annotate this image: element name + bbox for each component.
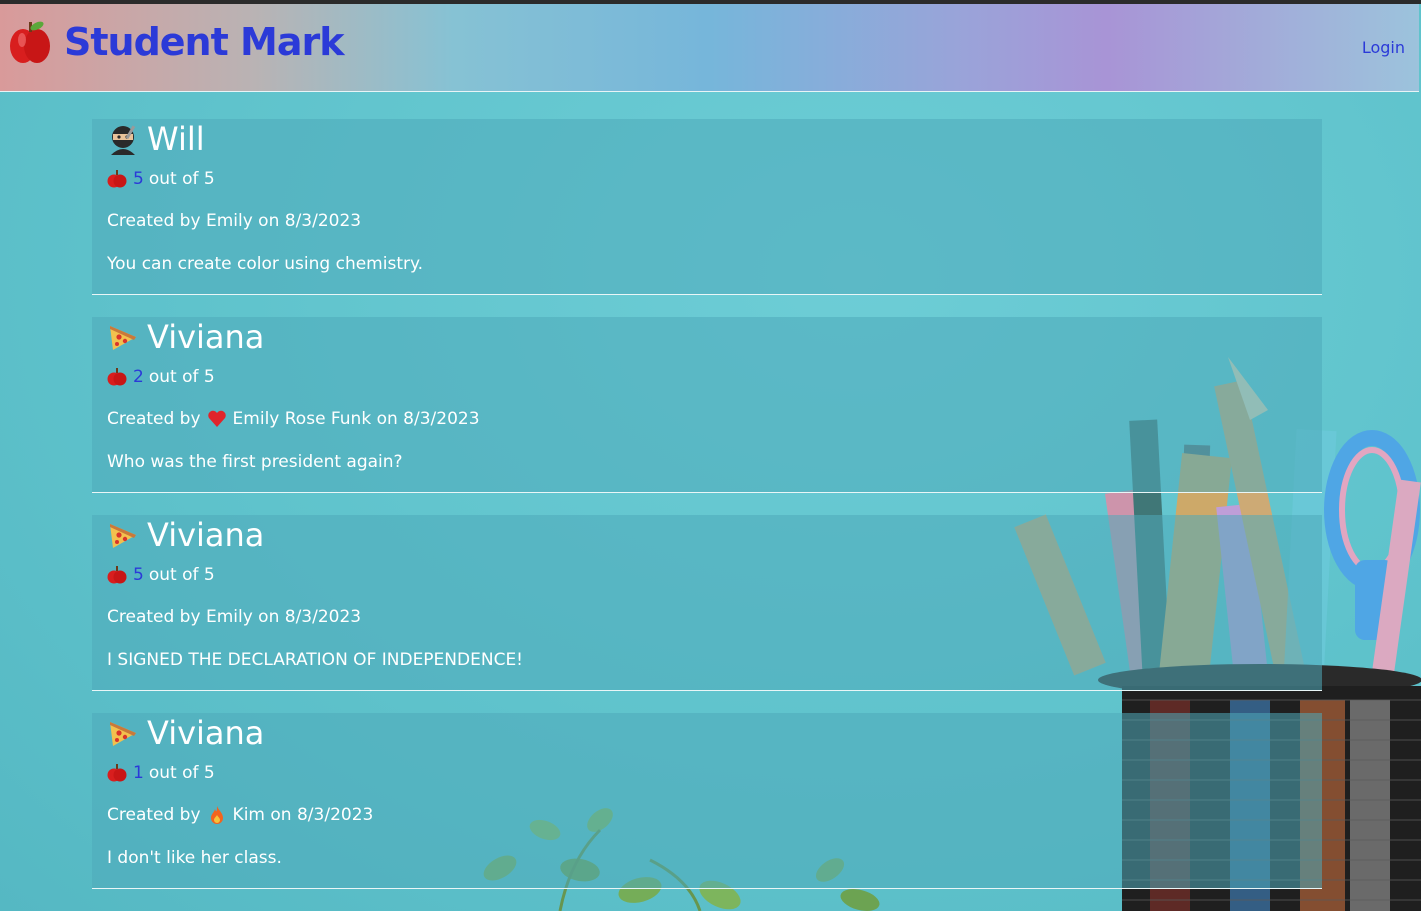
created-date: 8/3/2023 (403, 409, 480, 429)
rating-out-of: out of 5 (148, 763, 215, 783)
mark-card: Viviana 2 out of 5 Created by Emily Rose… (92, 317, 1322, 493)
pizza-icon (110, 326, 136, 350)
ninja-icon (111, 125, 136, 155)
pizza-icon (110, 722, 136, 746)
card-rating: 5 out of 5 (107, 169, 215, 189)
on-label: on (270, 805, 292, 825)
author-name: Emily (205, 607, 253, 627)
pizza-icon (110, 524, 136, 548)
marks-feed: Will 5 out of 5 Created by Emily on 8/3/… (92, 119, 1322, 911)
mark-card: Viviana 1 out of 5 Created by Kim on 8/3… (92, 713, 1322, 889)
apple-icon (107, 566, 127, 584)
created-date: 8/3/2023 (284, 607, 362, 627)
rating-out-of: out of 5 (148, 565, 215, 585)
fire-icon (210, 806, 223, 824)
card-student-name: Viviana (147, 516, 265, 554)
author-name: Emily Rose Funk (232, 409, 372, 429)
author-name: Emily (205, 211, 253, 231)
rating-score: 5 (133, 169, 144, 189)
card-title: Will (107, 119, 205, 159)
card-student-name: Viviana (147, 714, 265, 752)
brand[interactable]: Student Mark (8, 18, 344, 66)
card-rating: 5 out of 5 (107, 565, 215, 585)
mark-card: Will 5 out of 5 Created by Emily on 8/3/… (92, 119, 1322, 295)
brand-title: Student Mark (64, 20, 344, 64)
apple-icon (107, 368, 127, 386)
created-by-label: Created by (107, 805, 201, 825)
card-title: Viviana (107, 515, 264, 555)
card-title: Viviana (107, 713, 264, 753)
card-rating: 2 out of 5 (107, 367, 215, 387)
rating-score: 5 (133, 565, 144, 585)
card-created-line: Created by Emily on 8/3/2023 (107, 211, 361, 231)
created-by-label: Created by (107, 409, 201, 429)
card-message: You can create color using chemistry. (107, 254, 424, 274)
on-label: on (258, 211, 280, 231)
card-created-line: Created by Emily on 8/3/2023 (107, 607, 361, 627)
apple-icon (10, 21, 50, 63)
created-by-label: Created by (107, 211, 201, 231)
rating-score: 2 (133, 367, 144, 387)
on-label: on (258, 607, 280, 627)
apple-icon (107, 170, 127, 188)
card-created-line: Created by Emily Rose Funk on 8/3/2023 (107, 409, 480, 429)
heart-icon (207, 410, 226, 427)
card-created-line: Created by Kim on 8/3/2023 (107, 805, 373, 825)
created-date: 8/3/2023 (284, 211, 362, 231)
created-by-label: Created by (107, 607, 201, 627)
top-navbar: Student Mark Login (0, 4, 1419, 92)
card-title: Viviana (107, 317, 264, 357)
card-student-name: Viviana (147, 318, 265, 356)
card-message: Who was the first president again? (107, 452, 403, 472)
on-label: on (376, 409, 398, 429)
card-student-name: Will (147, 120, 205, 158)
card-message: I don't like her class. (107, 848, 282, 868)
rating-score: 1 (133, 763, 144, 783)
created-date: 8/3/2023 (296, 805, 374, 825)
card-rating: 1 out of 5 (107, 763, 215, 783)
apple-icon (107, 764, 127, 782)
author-name: Kim (232, 805, 265, 825)
card-message: I SIGNED THE DECLARATION OF INDEPENDENCE… (107, 650, 523, 670)
login-link[interactable]: Login (1362, 38, 1405, 57)
mark-card: Viviana 5 out of 5 Created by Emily on 8… (92, 515, 1322, 691)
rating-out-of: out of 5 (148, 169, 215, 189)
rating-out-of: out of 5 (148, 367, 215, 387)
